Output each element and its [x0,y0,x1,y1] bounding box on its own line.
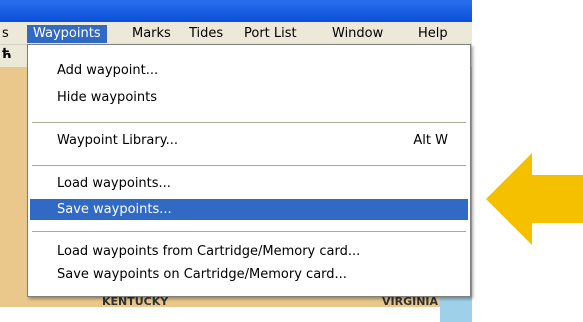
menu-item-waypoint-library[interactable]: Waypoint Library... Alt W [30,130,468,151]
hand-tool-icon[interactable]: ћ [2,47,12,62]
menu-window[interactable]: Window [326,25,389,43]
window-title-bar [0,0,472,22]
menu-separator [32,122,466,123]
menu-item-load-waypoints[interactable]: Load waypoints... [30,173,468,194]
menu-partial-item[interactable]: s [0,25,15,43]
arrow-pointer-icon [486,153,583,245]
menu-tides[interactable]: Tides [183,25,229,43]
menu-help[interactable]: Help [412,25,454,43]
menu-marks[interactable]: Marks [126,25,177,43]
menu-item-hide-waypoints[interactable]: Hide waypoints [30,87,468,108]
waypoints-menu: Add waypoint... Hide waypoints Waypoint … [27,44,471,297]
menu-waypoints[interactable]: Waypoints [27,25,107,43]
menu-item-add-waypoint[interactable]: Add waypoint... [30,60,468,81]
menu-bar: s Waypoints Marks Tides Port List Window… [0,22,472,45]
menu-separator [32,165,466,166]
menu-item-save-to-cartridge[interactable]: Save waypoints on Cartridge/Memory card.… [30,264,468,285]
shortcut-label: Alt W [413,133,448,148]
menu-item-load-from-cartridge[interactable]: Load waypoints from Cartridge/Memory car… [30,241,468,262]
menu-port-list[interactable]: Port List [238,25,303,43]
menu-separator [32,231,466,232]
menu-item-save-waypoints[interactable]: Save waypoints... [30,199,468,220]
